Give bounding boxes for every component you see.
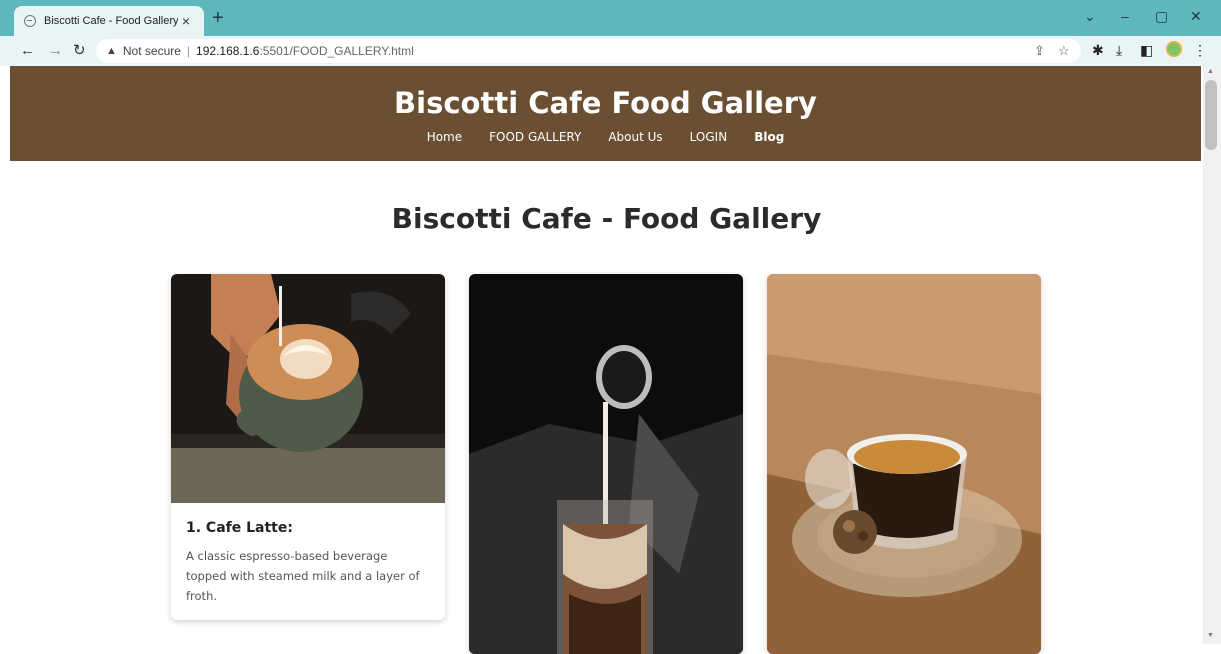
extensions-icon[interactable]: ✱: [1092, 42, 1104, 59]
food-card-cafe-latte[interactable]: 1. Cafe Latte: A classic espresso-based …: [171, 274, 445, 620]
tab-close-icon[interactable]: ×: [178, 13, 194, 29]
scrollbar[interactable]: [1203, 66, 1221, 644]
page-heading: Biscotti Cafe - Food Gallery: [391, 202, 822, 235]
card-description: A classic espresso-based beverage topped…: [186, 549, 420, 603]
browser-tab[interactable]: Biscotti Cafe - Food Gallery ×: [14, 6, 204, 36]
food-card-iced-latte[interactable]: [469, 274, 743, 654]
sidepanel-icon[interactable]: ◧: [1140, 42, 1153, 59]
tab-search-icon[interactable]: ⌄: [1084, 8, 1096, 25]
new-tab-icon[interactable]: +: [212, 8, 224, 28]
menu-icon[interactable]: ⋮: [1193, 42, 1207, 59]
globe-icon: [24, 15, 36, 27]
card-body: 1. Cafe Latte: A classic espresso-based …: [171, 503, 445, 620]
address-bar: ← → ↻ ▲ Not secure | 192.168.1.6:5501/FO…: [0, 36, 1221, 66]
forward-icon[interactable]: →: [48, 42, 63, 60]
nav-home[interactable]: Home: [427, 130, 462, 144]
minimize-icon[interactable]: –: [1121, 8, 1129, 24]
nav-about-us[interactable]: About Us: [608, 130, 662, 144]
site-header: Biscotti Cafe Food Gallery Home FOOD GAL…: [10, 66, 1201, 161]
card-title: 1. Cafe Latte:: [186, 520, 293, 536]
scroll-down-icon[interactable]: ▼: [1207, 632, 1214, 639]
iced-latte-image: [469, 274, 743, 654]
page-viewport: Biscotti Cafe Food Gallery Home FOOD GAL…: [0, 66, 1203, 654]
close-window-icon[interactable]: ✕: [1190, 8, 1202, 25]
browser-tab-bar: Biscotti Cafe - Food Gallery × + ⌄ – ▢ ✕: [0, 0, 1221, 36]
back-icon[interactable]: ←: [20, 42, 35, 60]
restore-icon[interactable]: ▢: [1155, 8, 1168, 25]
espresso-image: [767, 274, 1041, 654]
share-icon[interactable]: ⇪: [1034, 43, 1045, 59]
url-host: 192.168.1.6: [196, 44, 260, 58]
site-nav: Home FOOD GALLERY About Us LOGIN Blog: [10, 130, 1201, 144]
food-card-espresso[interactable]: [767, 274, 1041, 654]
not-secure-label[interactable]: Not secure: [123, 44, 181, 58]
nav-login[interactable]: LOGIN: [690, 130, 728, 144]
scrollbar-thumb[interactable]: [1205, 80, 1217, 150]
nav-blog[interactable]: Blog: [754, 130, 784, 144]
url-separator: |: [186, 44, 191, 58]
cafe-latte-image: [171, 274, 445, 503]
warning-icon[interactable]: ▲: [106, 45, 117, 57]
download-icon[interactable]: ⤓: [1116, 42, 1122, 59]
tab-title: Biscotti Cafe - Food Gallery: [44, 15, 178, 27]
url-path: :5501/FOOD_GALLERY.html: [259, 44, 414, 58]
scroll-up-icon[interactable]: ▲: [1207, 68, 1214, 75]
nav-food-gallery[interactable]: FOOD GALLERY: [489, 130, 581, 144]
profile-icon[interactable]: [1166, 41, 1182, 57]
site-title: Biscotti Cafe Food Gallery: [394, 86, 817, 120]
url-field[interactable]: ▲ Not secure | 192.168.1.6:5501/FOOD_GAL…: [96, 39, 1081, 63]
reload-icon[interactable]: ↻: [73, 42, 86, 60]
star-icon[interactable]: ☆: [1058, 43, 1070, 59]
